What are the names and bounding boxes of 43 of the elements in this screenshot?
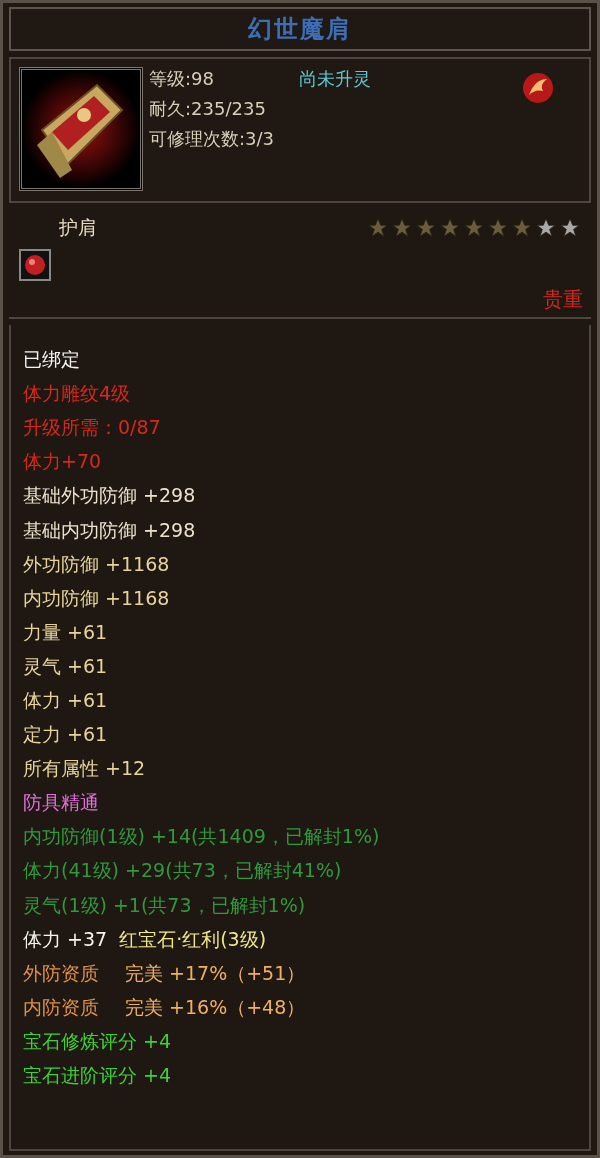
level-text: 等级:98 — [149, 67, 215, 91]
stat-line: 外功防御 +1168 — [23, 551, 170, 577]
star-icon — [439, 217, 461, 239]
rarity-label: 贵重 — [543, 286, 583, 313]
stat-line: 基础内功防御 +298 — [23, 517, 196, 543]
stat-line: 宝石进阶评分 +4 — [23, 1063, 172, 1088]
stat-line: 体力 +61 — [23, 688, 108, 713]
stat-line: 内防资质 — [23, 994, 99, 1020]
quality-grade: 完美 +16%（+48） — [125, 994, 306, 1020]
star-icon — [487, 217, 509, 239]
stat-line: 体力(41级) +29(共73，已解封41%) — [23, 858, 342, 884]
stat-line: 已绑定 — [23, 347, 80, 373]
stat-line: 升级所需：0/87 — [23, 415, 161, 441]
spirit-status: 尚未升灵 — [299, 67, 371, 91]
stat-line: 体力+70 — [23, 449, 102, 475]
stat-line: 基础外功防御 +298 — [23, 483, 196, 509]
quality-grade: 完美 +17%（+51） — [125, 960, 306, 986]
item-name: 幻世魔肩 — [248, 14, 352, 45]
star-icon — [367, 217, 389, 239]
stat-line: 灵气 +61 — [23, 653, 108, 679]
stat-line: 所有属性 +12 — [23, 756, 146, 782]
repairs-text: 可修理次数:3/3 — [149, 127, 276, 151]
stat-line: 定力 +61 — [23, 722, 108, 748]
stat-line: 体力雕纹4级 — [23, 381, 131, 407]
durability-text: 耐久:235/235 — [149, 97, 267, 121]
star-icon — [535, 217, 557, 239]
stat-line: 内功防御(1级) +14(共1409，已解封1%) — [23, 824, 380, 850]
star-icon — [415, 217, 437, 239]
gem-name: 红宝石·红利(3级) — [119, 926, 267, 952]
star-icon — [559, 217, 581, 239]
stat-line: 力量 +61 — [23, 619, 108, 645]
star-icon — [463, 217, 485, 239]
stat-line: 防具精通 — [23, 790, 99, 816]
stat-line: 灵气(1级) +1(共73，已解封1%) — [23, 892, 306, 918]
stat-line: 外防资质 — [23, 960, 99, 986]
item-type: 护肩 — [59, 215, 97, 240]
star-icon — [511, 217, 533, 239]
stat-line: 体力 +37 — [23, 926, 108, 952]
star-icon — [391, 217, 413, 239]
stat-line: 内功防御 +1168 — [23, 585, 170, 611]
gem-slot-icon — [19, 249, 51, 281]
stat-line: 宝石修炼评分 +4 — [23, 1028, 172, 1054]
emblem-icon — [521, 71, 555, 105]
